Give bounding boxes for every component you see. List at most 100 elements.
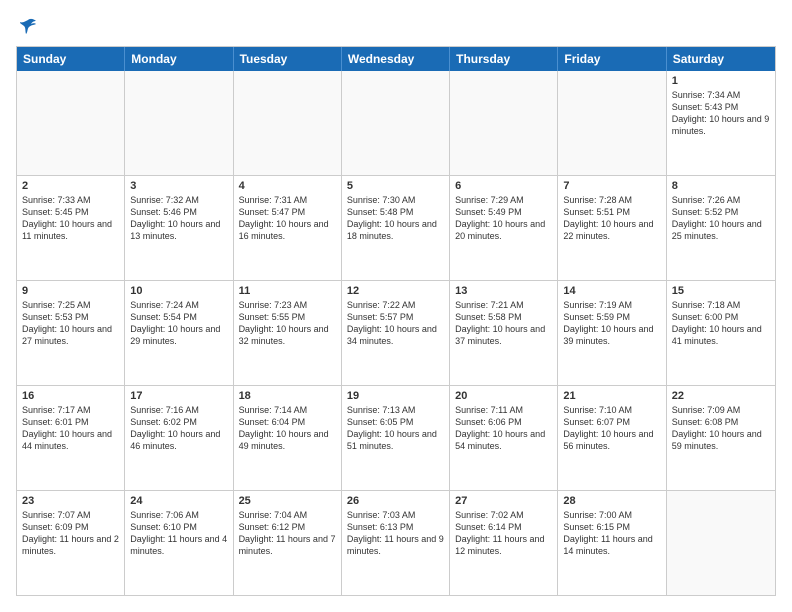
calendar-body: 1 Sunrise: 7:34 AM Sunset: 5:43 PM Daylig… [17,71,775,595]
calendar-cell: 16Sunrise: 7:17 AM Sunset: 6:01 PM Dayli… [17,386,125,490]
cell-text: Sunrise: 7:28 AM Sunset: 5:51 PM Dayligh… [563,194,660,243]
calendar-cell: 3 Sunrise: 7:32 AM Sunset: 5:46 PM Daylig… [125,176,233,280]
calendar-cell: 10 Sunrise: 7:24 AM Sunset: 5:54 PM Dayli… [125,281,233,385]
calendar-cell: 20 Sunrise: 7:11 AM Sunset: 6:06 PM Dayli… [450,386,558,490]
calendar-cell: 22 Sunrise: 7:09 AM Sunset: 6:08 PM Dayli… [667,386,775,490]
calendar-cell: 4 Sunrise: 7:31 AM Sunset: 5:47 PM Daylig… [234,176,342,280]
logo [16,16,38,36]
calendar-row: 1 Sunrise: 7:34 AM Sunset: 5:43 PM Daylig… [17,71,775,176]
cell-text: Sunrise: 7:34 AM Sunset: 5:43 PM Dayligh… [672,89,770,138]
day-number: 13 [455,285,552,297]
day-number: 1 [672,75,770,87]
calendar-cell: 6Sunrise: 7:29 AM Sunset: 5:49 PM Daylig… [450,176,558,280]
day-number: 19 [347,390,444,402]
calendar-cell [125,71,233,175]
calendar-cell: 7 Sunrise: 7:28 AM Sunset: 5:51 PM Daylig… [558,176,666,280]
calendar-cell: 24 Sunrise: 7:06 AM Sunset: 6:10 PM Dayli… [125,491,233,595]
day-number: 16 [22,390,119,402]
cell-text: Sunrise: 7:25 AM Sunset: 5:53 PM Dayligh… [22,299,119,348]
header [16,16,776,36]
day-number: 7 [563,180,660,192]
day-number: 27 [455,495,552,507]
calendar-cell [667,491,775,595]
day-number: 10 [130,285,227,297]
day-number: 20 [455,390,552,402]
calendar-cell [17,71,125,175]
calendar-cell: 17 Sunrise: 7:16 AM Sunset: 6:02 PM Dayli… [125,386,233,490]
calendar-cell: 28Sunrise: 7:00 AM Sunset: 6:15 PM Dayli… [558,491,666,595]
calendar-cell: 5Sunrise: 7:30 AM Sunset: 5:48 PM Daylig… [342,176,450,280]
day-number: 8 [672,180,770,192]
day-number: 17 [130,390,227,402]
calendar-cell: 8 Sunrise: 7:26 AM Sunset: 5:52 PM Daylig… [667,176,775,280]
cell-text: Sunrise: 7:23 AM Sunset: 5:55 PM Dayligh… [239,299,336,348]
calendar: SundayMondayTuesdayWednesdayThursdayFrid… [16,46,776,596]
weekday-header: Monday [125,47,233,71]
day-number: 15 [672,285,770,297]
cell-text: Sunrise: 7:04 AM Sunset: 6:12 PM Dayligh… [239,509,336,558]
cell-text: Sunrise: 7:29 AM Sunset: 5:49 PM Dayligh… [455,194,552,243]
calendar-row: 16Sunrise: 7:17 AM Sunset: 6:01 PM Dayli… [17,386,775,491]
calendar-cell: 25Sunrise: 7:04 AM Sunset: 6:12 PM Dayli… [234,491,342,595]
calendar-cell: 11 Sunrise: 7:23 AM Sunset: 5:55 PM Dayli… [234,281,342,385]
weekday-header: Thursday [450,47,558,71]
day-number: 24 [130,495,227,507]
cell-text: Sunrise: 7:10 AM Sunset: 6:07 PM Dayligh… [563,404,660,453]
calendar-cell: 26 Sunrise: 7:03 AM Sunset: 6:13 PM Dayli… [342,491,450,595]
day-number: 22 [672,390,770,402]
day-number: 12 [347,285,444,297]
cell-text: Sunrise: 7:02 AM Sunset: 6:14 PM Dayligh… [455,509,552,558]
weekday-header: Tuesday [234,47,342,71]
calendar-header: SundayMondayTuesdayWednesdayThursdayFrid… [17,47,775,71]
calendar-row: 9 Sunrise: 7:25 AM Sunset: 5:53 PM Daylig… [17,281,775,386]
logo-bird-icon [18,16,38,36]
day-number: 23 [22,495,119,507]
calendar-cell: 1 Sunrise: 7:34 AM Sunset: 5:43 PM Daylig… [667,71,775,175]
cell-text: Sunrise: 7:06 AM Sunset: 6:10 PM Dayligh… [130,509,227,558]
cell-text: Sunrise: 7:24 AM Sunset: 5:54 PM Dayligh… [130,299,227,348]
calendar-cell: 23 Sunrise: 7:07 AM Sunset: 6:09 PM Dayli… [17,491,125,595]
cell-text: Sunrise: 7:09 AM Sunset: 6:08 PM Dayligh… [672,404,770,453]
cell-text: Sunrise: 7:11 AM Sunset: 6:06 PM Dayligh… [455,404,552,453]
calendar-cell: 27 Sunrise: 7:02 AM Sunset: 6:14 PM Dayli… [450,491,558,595]
calendar-cell: 18 Sunrise: 7:14 AM Sunset: 6:04 PM Dayli… [234,386,342,490]
calendar-cell: 9 Sunrise: 7:25 AM Sunset: 5:53 PM Daylig… [17,281,125,385]
cell-text: Sunrise: 7:16 AM Sunset: 6:02 PM Dayligh… [130,404,227,453]
day-number: 11 [239,285,336,297]
calendar-cell [558,71,666,175]
cell-text: Sunrise: 7:13 AM Sunset: 6:05 PM Dayligh… [347,404,444,453]
page: SundayMondayTuesdayWednesdayThursdayFrid… [0,0,792,612]
weekday-header: Friday [558,47,666,71]
cell-text: Sunrise: 7:30 AM Sunset: 5:48 PM Dayligh… [347,194,444,243]
day-number: 18 [239,390,336,402]
calendar-cell: 2 Sunrise: 7:33 AM Sunset: 5:45 PM Daylig… [17,176,125,280]
day-number: 14 [563,285,660,297]
cell-text: Sunrise: 7:33 AM Sunset: 5:45 PM Dayligh… [22,194,119,243]
calendar-cell: 21 Sunrise: 7:10 AM Sunset: 6:07 PM Dayli… [558,386,666,490]
day-number: 9 [22,285,119,297]
weekday-header: Sunday [17,47,125,71]
cell-text: Sunrise: 7:26 AM Sunset: 5:52 PM Dayligh… [672,194,770,243]
calendar-row: 2 Sunrise: 7:33 AM Sunset: 5:45 PM Daylig… [17,176,775,281]
cell-text: Sunrise: 7:32 AM Sunset: 5:46 PM Dayligh… [130,194,227,243]
calendar-cell: 15 Sunrise: 7:18 AM Sunset: 6:00 PM Dayli… [667,281,775,385]
cell-text: Sunrise: 7:03 AM Sunset: 6:13 PM Dayligh… [347,509,444,558]
cell-text: Sunrise: 7:07 AM Sunset: 6:09 PM Dayligh… [22,509,119,558]
cell-text: Sunrise: 7:21 AM Sunset: 5:58 PM Dayligh… [455,299,552,348]
cell-text: Sunrise: 7:00 AM Sunset: 6:15 PM Dayligh… [563,509,660,558]
calendar-cell: 14 Sunrise: 7:19 AM Sunset: 5:59 PM Dayli… [558,281,666,385]
cell-text: Sunrise: 7:22 AM Sunset: 5:57 PM Dayligh… [347,299,444,348]
cell-text: Sunrise: 7:18 AM Sunset: 6:00 PM Dayligh… [672,299,770,348]
cell-text: Sunrise: 7:19 AM Sunset: 5:59 PM Dayligh… [563,299,660,348]
cell-text: Sunrise: 7:31 AM Sunset: 5:47 PM Dayligh… [239,194,336,243]
calendar-cell: 12 Sunrise: 7:22 AM Sunset: 5:57 PM Dayli… [342,281,450,385]
day-number: 2 [22,180,119,192]
calendar-cell [450,71,558,175]
day-number: 3 [130,180,227,192]
cell-text: Sunrise: 7:14 AM Sunset: 6:04 PM Dayligh… [239,404,336,453]
day-number: 4 [239,180,336,192]
day-number: 26 [347,495,444,507]
weekday-header: Saturday [667,47,775,71]
calendar-row: 23 Sunrise: 7:07 AM Sunset: 6:09 PM Dayli… [17,491,775,595]
day-number: 21 [563,390,660,402]
